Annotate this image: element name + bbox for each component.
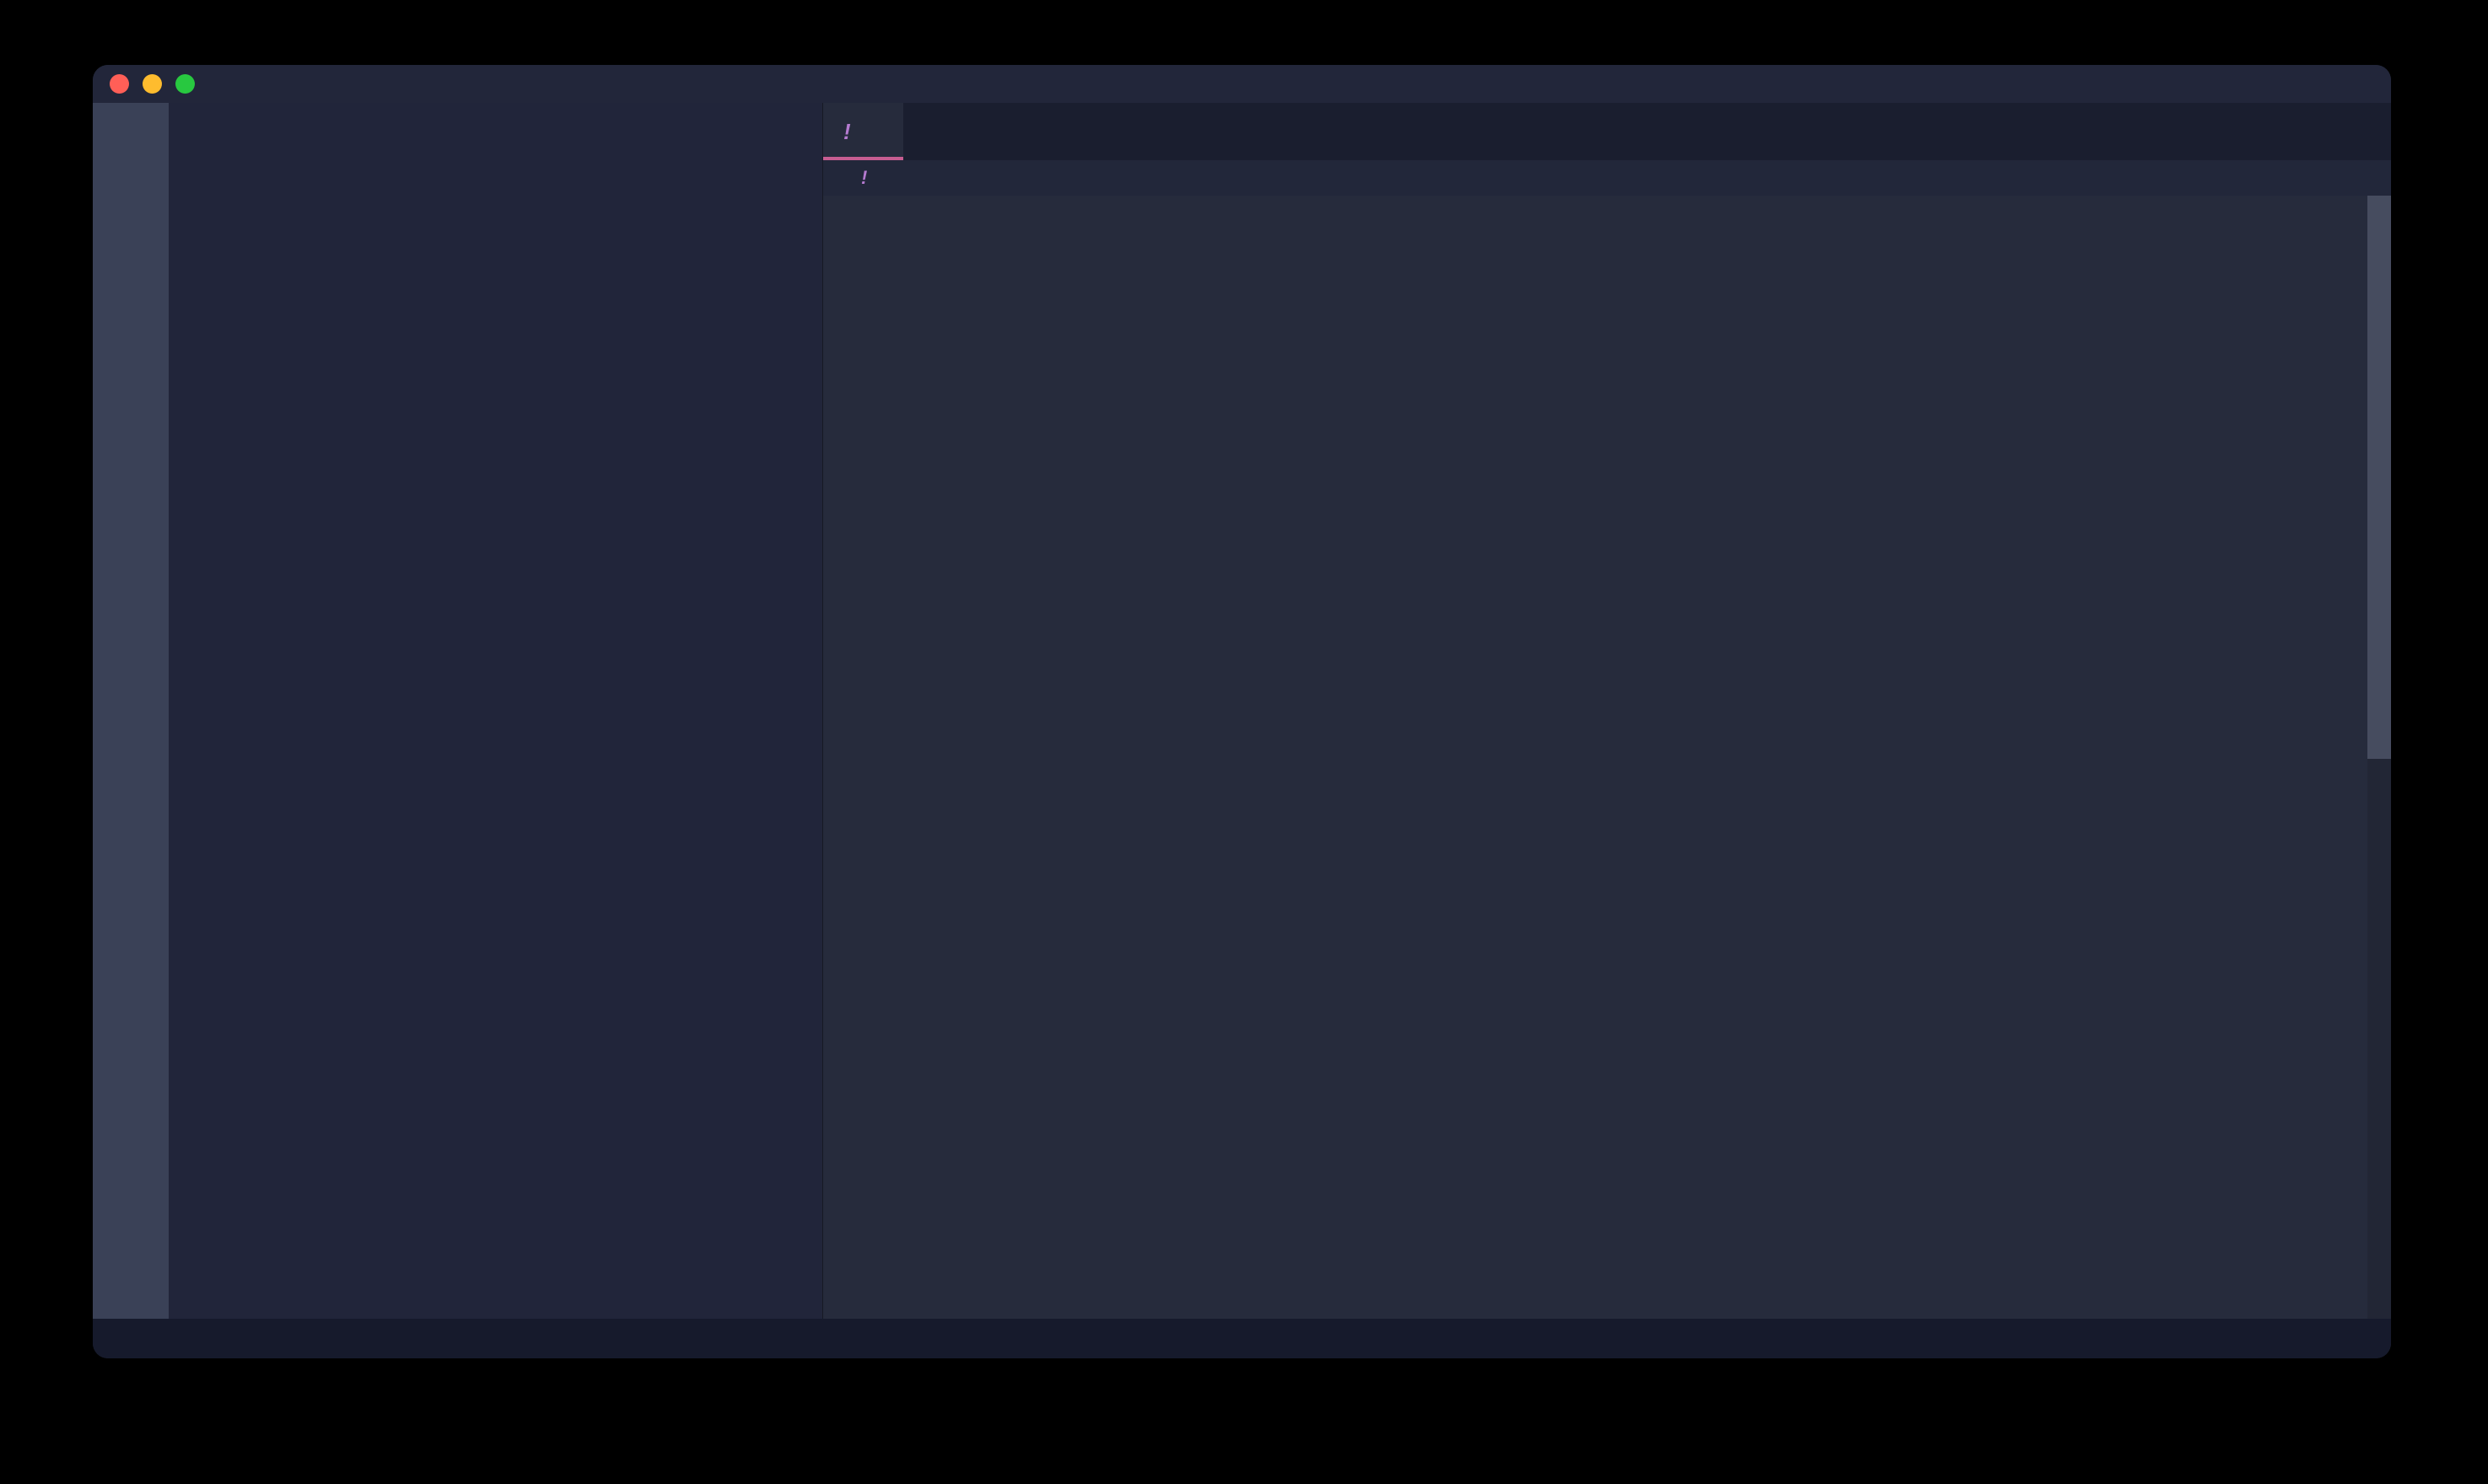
- editor-tab-bar: !: [823, 103, 2391, 160]
- minimap[interactable]: [2207, 196, 2367, 197]
- scrollbar-thumb[interactable]: [2367, 196, 2391, 759]
- yaml-file-icon: !: [843, 121, 851, 142]
- status-bar: [93, 1319, 2391, 1358]
- explorer-sidebar: [169, 103, 822, 1319]
- activity-bar: [93, 103, 169, 1319]
- window-title: [93, 65, 2391, 103]
- vscode-window: ! !: [93, 65, 2391, 1358]
- editor-scrollbar[interactable]: [2367, 196, 2391, 1319]
- title-bar[interactable]: [93, 65, 2391, 104]
- code-editor[interactable]: [823, 196, 2391, 1319]
- editor-group: ! !: [822, 103, 2391, 1319]
- breadcrumb[interactable]: !: [823, 160, 2391, 196]
- tab-dbt-project-yml[interactable]: !: [823, 103, 903, 160]
- yaml-file-icon: !: [861, 169, 867, 187]
